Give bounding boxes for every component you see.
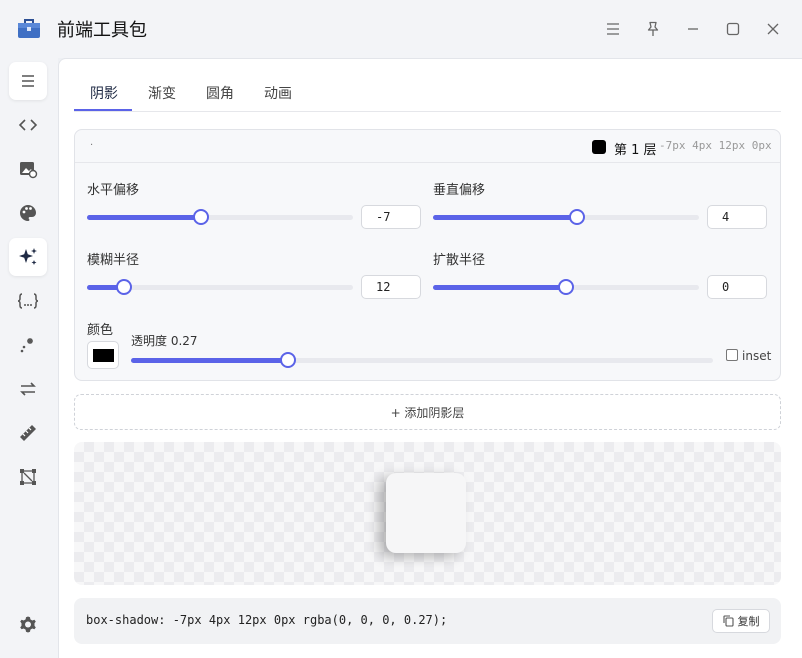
slider-fill	[433, 285, 566, 290]
pin-icon	[647, 21, 659, 36]
h-offset-slider[interactable]	[87, 209, 353, 225]
layer-header[interactable]: · 第 1 层 -7px 4px 12px 0px	[75, 130, 780, 163]
close-button[interactable]	[762, 18, 784, 40]
arrows-swap-icon	[20, 382, 36, 396]
spread-label: 扩散半径	[433, 253, 486, 268]
sidebar-item-code[interactable]	[9, 106, 47, 144]
spread-input[interactable]: 0	[707, 275, 767, 299]
slider-thumb[interactable]	[193, 209, 210, 225]
slider-fill	[433, 215, 577, 220]
opacity-slider[interactable]	[131, 352, 713, 368]
preview-box	[386, 473, 466, 553]
slider-fill	[131, 358, 289, 363]
menu-button[interactable]	[602, 18, 624, 40]
copy-button[interactable]: 复制	[712, 609, 770, 633]
v-offset-input[interactable]: 4	[707, 205, 767, 229]
toolbox-icon	[18, 19, 40, 38]
slider-thumb[interactable]	[558, 279, 574, 295]
v-offset-slider[interactable]	[433, 209, 699, 225]
slider-thumb[interactable]	[116, 279, 133, 295]
color-swatch	[93, 349, 114, 362]
code-icon	[18, 119, 38, 131]
code-output: box-shadow: -7px 4px 12px 0px rgba(0, 0,…	[74, 598, 781, 644]
ruler-icon	[20, 425, 36, 441]
close-icon	[767, 23, 779, 35]
main-content: 阴影 渐变 圆角 动画 · 第 1 层 -7px 4px 12px 0px 水平…	[58, 58, 802, 658]
gear-icon	[20, 616, 36, 633]
tab-gradient[interactable]: 渐变	[148, 83, 176, 112]
sparkles-icon	[19, 248, 37, 265]
sidebar-item-json[interactable]	[9, 282, 47, 320]
slider-fill	[87, 215, 202, 220]
collapse-indicator: ·	[90, 140, 94, 151]
add-layer-button[interactable]: + 添加阴影层	[74, 394, 781, 430]
copy-icon	[722, 615, 734, 627]
slider-thumb[interactable]	[568, 209, 585, 225]
pin-button[interactable]	[642, 18, 664, 40]
sidebar-item-menu[interactable]	[9, 62, 47, 100]
blur-input[interactable]: 12	[361, 275, 421, 299]
sidebar-item-effects[interactable]	[9, 238, 47, 276]
tab-animation[interactable]: 动画	[264, 83, 292, 112]
wand-icon	[20, 338, 33, 353]
tab-radius[interactable]: 圆角	[206, 83, 234, 112]
layer-values: -7px 4px 12px 0px	[659, 139, 772, 152]
minimize-icon	[688, 28, 698, 30]
shadow-preview	[74, 442, 781, 585]
layer-color-swatch	[592, 140, 606, 154]
maximize-button[interactable]	[722, 18, 744, 40]
slider-thumb[interactable]	[280, 352, 297, 368]
sidebar	[0, 58, 58, 658]
inset-checkbox[interactable]	[726, 349, 738, 361]
spread-slider[interactable]	[433, 279, 699, 295]
braces-icon	[17, 293, 39, 309]
color-picker[interactable]	[87, 341, 119, 369]
sidebar-item-ruler[interactable]	[9, 414, 47, 452]
copy-label: 复制	[737, 615, 760, 628]
minimize-button[interactable]	[682, 18, 704, 40]
settings-button[interactable]	[9, 606, 47, 644]
blur-slider[interactable]	[87, 279, 353, 295]
maximize-icon	[726, 22, 740, 36]
opacity-label: 透明度 0.27	[131, 334, 198, 348]
hamburger-icon	[607, 23, 619, 35]
sidebar-item-magic[interactable]	[9, 326, 47, 364]
color-label: 颜色	[87, 323, 114, 338]
h-offset-label: 水平偏移	[87, 183, 140, 198]
vector-icon	[20, 469, 36, 485]
tab-bar: 阴影 渐变 圆角 动画	[74, 59, 781, 112]
blur-label: 模糊半径	[87, 253, 140, 268]
v-offset-label: 垂直偏移	[433, 183, 486, 198]
app-title: 前端工具包	[57, 20, 147, 41]
sidebar-item-image[interactable]	[9, 150, 47, 188]
sidebar-item-convert[interactable]	[9, 370, 47, 408]
css-code: box-shadow: -7px 4px 12px 0px rgba(0, 0,…	[86, 613, 448, 627]
tab-active-indicator	[74, 109, 132, 111]
tab-shadow[interactable]: 阴影	[90, 83, 118, 112]
sidebar-item-palette[interactable]	[9, 194, 47, 232]
layer-label: 第 1 层	[614, 143, 657, 158]
palette-icon	[20, 205, 36, 221]
image-icon	[20, 162, 38, 179]
title-bar: 前端工具包	[0, 0, 802, 58]
menu-icon	[22, 75, 34, 87]
shadow-layer-panel: · 第 1 层 -7px 4px 12px 0px 水平偏移 -7 垂直偏移 4…	[74, 129, 781, 381]
inset-label: inset	[742, 349, 772, 363]
h-offset-input[interactable]: -7	[361, 205, 421, 229]
sidebar-item-vector[interactable]	[9, 458, 47, 496]
